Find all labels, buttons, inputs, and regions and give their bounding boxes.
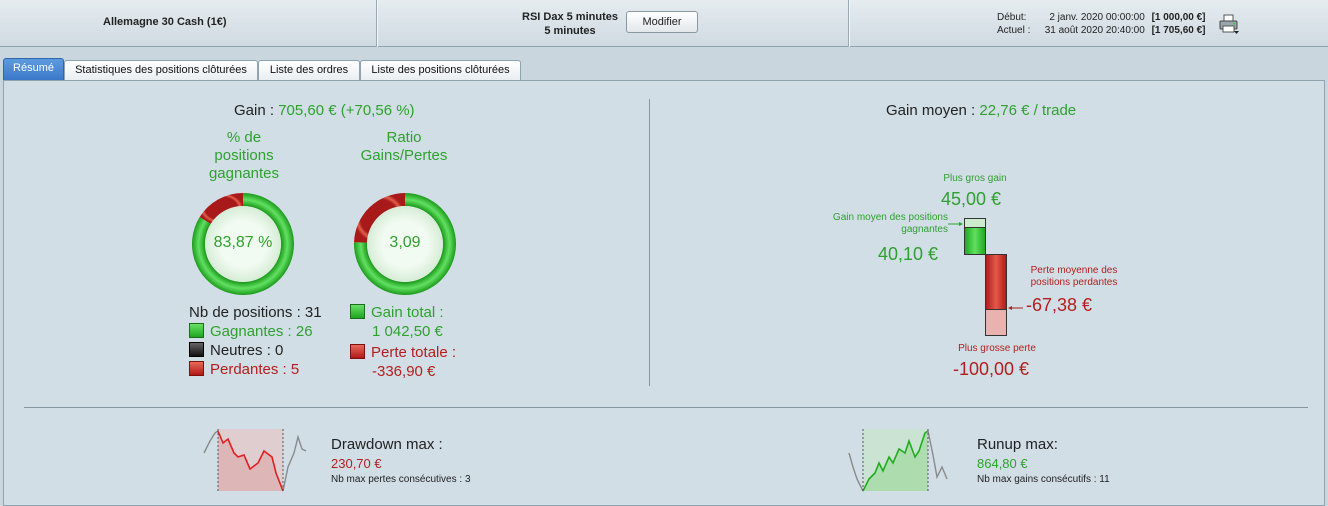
winners-swatch xyxy=(189,323,204,338)
modify-button[interactable]: Modifier xyxy=(626,11,698,33)
avg-gain-value: 22,76 € / trade xyxy=(979,102,1077,119)
total-gain-label: Gain total : xyxy=(371,304,444,321)
instrument-cell: Allemagne 30 Cash (1€) xyxy=(0,0,377,47)
neutral-swatch xyxy=(189,342,204,357)
gain-loss-bars xyxy=(948,218,1023,336)
runup-value: 864,80 € xyxy=(977,456,1028,471)
drawdown-chart-icon xyxy=(203,429,307,492)
win-pct-value: 83,87 % xyxy=(213,234,273,251)
ratio-title-line1: Ratio xyxy=(386,129,422,146)
avg-loss-label-line1: Perte moyenne des xyxy=(1030,265,1118,276)
strategy-cell: RSI Dax 5 minutes 5 minutes Modifier xyxy=(377,0,849,47)
dates-info: Début: 2 janv. 2020 00:00:00 [1 000,00 €… xyxy=(997,11,1206,37)
runup-title: Runup max: xyxy=(977,436,1058,453)
printer-icon[interactable] xyxy=(1218,13,1240,35)
avg-loss-label: Perte moyenne des positions perdantes xyxy=(1019,265,1129,289)
tab-bar: Résumé Statistiques des positions clôtur… xyxy=(0,58,1328,80)
instrument-name: Allemagne 30 Cash (1€) xyxy=(103,16,227,28)
win-pct-title-line2: positions xyxy=(214,147,274,164)
neutral-count: Neutres : 0 xyxy=(210,342,284,359)
totals-legend: Gain total : 1 042,50 € Perte totale : -… xyxy=(350,303,456,381)
avg-gain-label: Gain moyen : xyxy=(886,102,980,119)
avg-loss-label-line2: positions perdantes xyxy=(1030,277,1118,288)
tab-resume[interactable]: Résumé xyxy=(3,58,64,80)
avg-loss-bar xyxy=(985,254,1007,310)
ratio-title: Ratio Gains/Pertes xyxy=(344,129,464,165)
avg-loss-arrowhead xyxy=(1008,306,1012,310)
total-loss-swatch xyxy=(350,344,365,359)
biggest-gain-label: Plus gros gain xyxy=(943,173,1007,184)
tab-closed-stats[interactable]: Statistiques des positions clôturées xyxy=(64,60,258,80)
avg-win-label-line2: gagnantes xyxy=(901,224,948,235)
losers-swatch xyxy=(189,361,204,376)
avg-gain-summary: Gain moyen : 22,76 € / trade xyxy=(886,102,1076,119)
tab-orders[interactable]: Liste des ordres xyxy=(258,60,360,80)
header-bar: Allemagne 30 Cash (1€) RSI Dax 5 minutes… xyxy=(0,0,1328,47)
drawdown-value: 230,70 € xyxy=(331,456,382,471)
runup-chart-icon xyxy=(848,429,948,492)
winners-count: Gagnantes : 26 xyxy=(210,323,313,340)
vertical-divider xyxy=(649,99,650,386)
ratio-value: 3,09 xyxy=(389,234,421,251)
avg-win-value: 40,10 € xyxy=(878,244,939,264)
win-pct-title-line3: gagnantes xyxy=(208,165,280,182)
biggest-loss-bar xyxy=(985,309,1007,336)
horizontal-divider xyxy=(24,407,1308,408)
strategy-timeframe: 5 minutes xyxy=(544,25,596,37)
gain-value: 705,60 € (+70,56 %) xyxy=(278,102,415,119)
current-label: Actuel : xyxy=(997,25,1031,36)
runup-consecutive: Nb max gains consécutifs : 11 xyxy=(977,474,1110,485)
biggest-loss-label: Plus grosse perte xyxy=(958,343,1036,354)
current-date: 31 août 2020 20:40:00 xyxy=(1044,25,1145,36)
gain-summary: Gain : 705,60 € (+70,56 %) xyxy=(234,102,415,119)
avg-win-label-line1: Gain moyen des positions xyxy=(832,212,948,223)
avg-win-arrowhead xyxy=(959,222,963,226)
ratio-title-line2: Gains/Pertes xyxy=(360,147,448,164)
biggest-gain-bar xyxy=(964,218,986,228)
biggest-loss-value: -100,00 € xyxy=(953,359,1030,379)
biggest-gain-value: 45,00 € xyxy=(941,189,1002,209)
positions-legend: Nb de positions : 31 Gagnantes : 26 Neut… xyxy=(189,303,322,379)
drawdown-title: Drawdown max : xyxy=(331,436,443,453)
total-gain-value: 1 042,50 € xyxy=(372,323,443,340)
start-label: Début: xyxy=(997,12,1027,23)
gain-label: Gain : xyxy=(234,102,279,119)
nb-positions: Nb de positions : 31 xyxy=(189,304,322,321)
strategy-name: RSI Dax 5 minutes xyxy=(522,11,618,23)
avg-win-bar xyxy=(964,227,986,255)
win-pct-title: % de positions gagnantes xyxy=(184,129,304,183)
losers-count: Perdantes : 5 xyxy=(210,361,300,378)
total-loss-label: Perte totale : xyxy=(371,344,457,361)
total-gain-swatch xyxy=(350,304,365,319)
summary-panel: Gain : 705,60 € (+70,56 %) % de position… xyxy=(3,80,1325,506)
avg-loss-value: -67,38 € xyxy=(1026,295,1093,315)
start-capital: [1 000,00 €] xyxy=(1151,12,1206,23)
start-date: 2 janv. 2020 00:00:00 xyxy=(1049,12,1145,23)
tab-closed-list[interactable]: Liste des positions clôturées xyxy=(360,60,521,80)
win-pct-title-line1: % de xyxy=(226,129,262,146)
current-capital: [1 705,60 €] xyxy=(1151,25,1206,36)
total-loss-value: -336,90 € xyxy=(372,363,436,380)
drawdown-consecutive: Nb max pertes consécutives : 3 xyxy=(331,474,471,485)
avg-win-label: Gain moyen des positions gagnantes xyxy=(808,212,948,236)
